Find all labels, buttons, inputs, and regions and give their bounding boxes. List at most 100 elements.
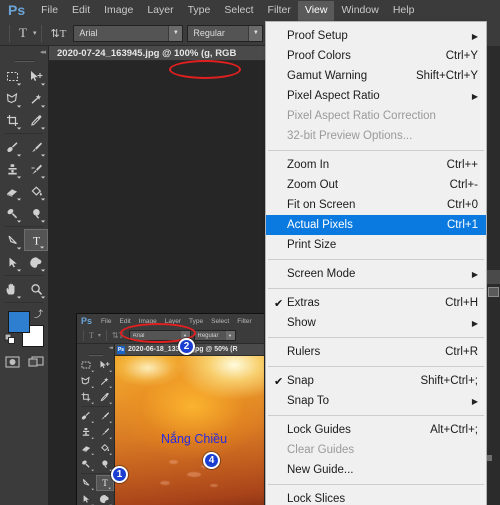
nested-path-selection-tool-icon[interactable] xyxy=(77,491,96,505)
type-tool-icon[interactable]: T xyxy=(24,229,48,251)
lasso-tool-icon[interactable] xyxy=(0,87,24,109)
menu-option-pixel-aspect-ratio[interactable]: Pixel Aspect Ratio ▶ xyxy=(266,86,486,106)
nested-clone-stamp-tool-icon[interactable] xyxy=(77,424,96,440)
nested-marquee-tool-icon[interactable] xyxy=(77,357,96,373)
menu-option-proof-colors[interactable]: Proof Colors Ctrl+Y xyxy=(266,46,486,66)
path-selection-tool-icon[interactable] xyxy=(0,251,24,273)
menu-item-window[interactable]: Window xyxy=(334,1,385,21)
nested-pen-tool-icon[interactable] xyxy=(77,475,96,491)
menu-option-zoom-in[interactable]: Zoom In Ctrl++ xyxy=(266,155,486,175)
nested-eyedropper-tool-icon[interactable] xyxy=(96,389,115,405)
nested-menu-item-edit[interactable]: Edit xyxy=(116,318,135,325)
menu-option-label: Lock Slices xyxy=(287,493,346,505)
custom-shape-tool-icon[interactable] xyxy=(24,251,48,273)
nested-type-tool-icon[interactable]: T xyxy=(87,331,96,340)
menu-option-extras[interactable]: ✔ Extras Ctrl+H xyxy=(266,293,486,313)
menu-option-rulers[interactable]: Rulers Ctrl+R xyxy=(266,342,486,362)
menu-option-zoom-out[interactable]: Zoom Out Ctrl+- xyxy=(266,175,486,195)
menu-item-edit[interactable]: Edit xyxy=(65,1,97,21)
nested-brush-tool-icon[interactable] xyxy=(96,408,115,424)
nested-text-orientation-icon[interactable]: ⇅T xyxy=(110,331,126,340)
menu-item-layer[interactable]: Layer xyxy=(140,1,180,21)
clone-stamp-tool-icon[interactable] xyxy=(0,158,24,180)
right-panel-tab[interactable] xyxy=(487,270,500,284)
menu-option-screen-mode[interactable]: Screen Mode ▶ xyxy=(266,264,486,284)
menu-option-lock-slices[interactable]: Lock Slices xyxy=(266,489,486,505)
swap-colors-icon[interactable]: ⤴ xyxy=(34,307,43,320)
paint-bucket-tool-icon[interactable] xyxy=(24,180,48,202)
menu-item-view[interactable]: View xyxy=(297,0,335,21)
nested-menu-item-file[interactable]: File xyxy=(97,318,115,325)
menu-item-type[interactable]: Type xyxy=(181,1,218,21)
nested-healing-brush-tool-icon[interactable] xyxy=(77,408,96,424)
magic-wand-tool-icon[interactable] xyxy=(24,87,48,109)
nested-tools-collapse[interactable]: ◂◂ xyxy=(77,344,114,352)
chevron-down-icon[interactable]: ▼ xyxy=(248,25,263,41)
menu-item-filter[interactable]: Filter xyxy=(261,1,298,21)
type-tool-icon[interactable]: T xyxy=(15,25,31,41)
menu-option-fit-on-screen[interactable]: Fit on Screen Ctrl+0 xyxy=(266,195,486,215)
nested-canvas-image[interactable]: Nắng Chiều xyxy=(115,356,264,505)
ps-file-icon: Ps xyxy=(117,345,125,354)
pen-tool-icon[interactable] xyxy=(0,229,24,251)
default-colors-icon[interactable] xyxy=(4,333,17,351)
nested-canvas-text[interactable]: Nắng Chiều xyxy=(161,432,227,446)
nested-lasso-tool-icon[interactable] xyxy=(77,373,96,389)
nested-history-brush-tool-icon[interactable] xyxy=(96,424,115,440)
menu-option-gamut-warning[interactable]: Gamut Warning Shift+Ctrl+Y xyxy=(266,66,486,86)
foreground-color-swatch[interactable] xyxy=(8,311,30,333)
chevron-down-icon[interactable]: ▼ xyxy=(168,25,183,41)
nested-dodge-tool-icon[interactable] xyxy=(77,456,96,472)
nested-menu-item-layer[interactable]: Layer xyxy=(161,318,185,325)
dodge-tool-icon[interactable] xyxy=(0,202,24,224)
menu-item-select[interactable]: Select xyxy=(217,1,260,21)
tools-panel-handle[interactable] xyxy=(0,57,48,65)
chevron-down-icon[interactable]: ▾ xyxy=(33,29,37,37)
menu-option-snap-to[interactable]: Snap To ▶ xyxy=(266,391,486,411)
marquee-tool-icon[interactable] xyxy=(0,65,24,87)
nested-menu-item-filter[interactable]: Filter xyxy=(233,318,255,325)
folder-icon[interactable] xyxy=(488,287,499,297)
tools-panel-collapse[interactable]: ◂◂ xyxy=(0,46,48,57)
menu-option-snap[interactable]: ✔ Snap Shift+Ctrl+; xyxy=(266,371,486,391)
menu-item-file[interactable]: File xyxy=(34,1,65,21)
eyedropper-tool-icon[interactable] xyxy=(24,109,48,131)
screen-mode-icon[interactable] xyxy=(24,351,48,372)
menu-option-actual-pixels[interactable]: Actual Pixels Ctrl+1 xyxy=(266,215,486,235)
nested-magic-wand-tool-icon[interactable] xyxy=(96,373,115,389)
menu-option-show[interactable]: Show ▶ xyxy=(266,313,486,333)
nested-menu-item-image[interactable]: Image xyxy=(135,318,161,325)
move-tool-icon[interactable] xyxy=(24,65,48,87)
nested-custom-shape-tool-icon[interactable] xyxy=(96,491,115,505)
menu-option-new-guide[interactable]: New Guide... xyxy=(266,460,486,480)
menu-item-help[interactable]: Help xyxy=(386,1,422,21)
nested-menu-item-type[interactable]: Type xyxy=(185,318,207,325)
nested-chevron-down-icon[interactable]: ▾ xyxy=(96,332,103,339)
brush-tool-icon[interactable] xyxy=(24,136,48,158)
healing-brush-tool-icon[interactable] xyxy=(0,136,24,158)
chevron-down-icon[interactable]: ▼ xyxy=(225,331,235,340)
history-brush-tool-icon[interactable] xyxy=(24,158,48,180)
font-family-dropdown[interactable]: Arial ▼ xyxy=(73,24,184,42)
nested-crop-tool-icon[interactable] xyxy=(77,389,96,405)
blur-tool-icon[interactable] xyxy=(24,202,48,224)
nested-move-tool-icon[interactable] xyxy=(96,357,115,373)
text-orientation-icon[interactable]: ⇅T xyxy=(47,27,69,40)
nested-font-style-dropdown[interactable]: Regular ▼ xyxy=(193,330,236,341)
menu-option-print-size[interactable]: Print Size xyxy=(266,235,486,255)
quick-mask-icon[interactable] xyxy=(0,351,24,372)
nested-font-style-value: Regular xyxy=(197,332,219,339)
menu-option-proof-setup[interactable]: Proof Setup ▶ xyxy=(266,26,486,46)
view-dropdown-menu: Proof Setup ▶ Proof Colors Ctrl+Y Gamut … xyxy=(265,21,487,505)
menu-item-image[interactable]: Image xyxy=(97,1,140,21)
nested-paint-bucket-tool-icon[interactable] xyxy=(96,440,115,456)
font-style-dropdown[interactable]: Regular ▼ xyxy=(187,24,264,42)
nested-eraser-tool-icon[interactable] xyxy=(77,440,96,456)
crop-tool-icon[interactable] xyxy=(0,109,24,131)
menu-option-shortcut: Ctrl+H xyxy=(445,297,478,309)
menu-option-lock-guides[interactable]: Lock Guides Alt+Ctrl+; xyxy=(266,420,486,440)
zoom-tool-icon[interactable] xyxy=(24,278,48,300)
eraser-tool-icon[interactable] xyxy=(0,180,24,202)
hand-tool-icon[interactable] xyxy=(0,278,24,300)
nested-menu-item-select[interactable]: Select xyxy=(207,318,233,325)
